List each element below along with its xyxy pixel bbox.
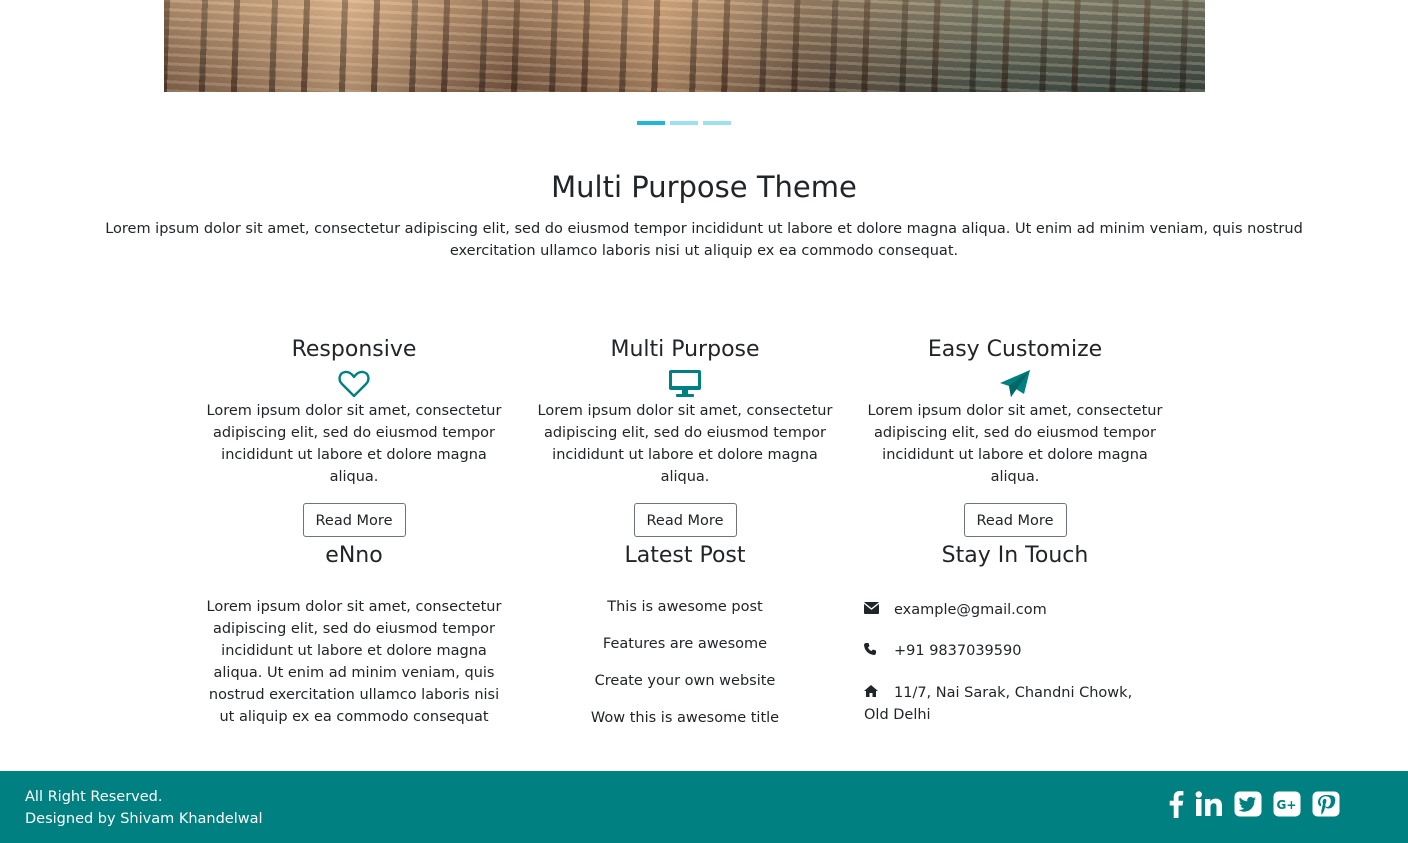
about-title: eNno: [325, 543, 383, 568]
twitter-icon[interactable]: [1234, 789, 1262, 819]
feature-multi-purpose: Multi Purpose Lorem ipsum dolor sit amet…: [535, 336, 835, 537]
list-item[interactable]: Features are awesome: [535, 633, 835, 655]
google-plus-icon[interactable]: G+: [1273, 789, 1301, 819]
carousel-indicator-3[interactable]: [703, 121, 731, 125]
phone-text: +91 9837039590: [894, 643, 1022, 659]
intro-description: Lorem ipsum dolor sit amet, consectetur …: [105, 221, 1303, 259]
list-item[interactable]: Wow this is awesome title: [535, 707, 835, 729]
list-item[interactable]: This is awesome post: [535, 596, 835, 618]
contact-email: example@gmail.com: [863, 599, 1154, 621]
pinterest-icon[interactable]: [1312, 789, 1340, 819]
feature-text: Lorem ipsum dolor sit amet, consectetur …: [537, 403, 833, 485]
home-icon: [864, 682, 894, 704]
phone-icon: [864, 640, 894, 662]
feature-title: Responsive: [291, 337, 417, 362]
footer-designer: Designed by Shivam Khandelwal: [25, 811, 263, 827]
email-text[interactable]: example@gmail.com: [894, 602, 1047, 618]
read-more-button[interactable]: Read More: [633, 503, 737, 537]
carousel-indicators: [637, 121, 731, 125]
latest-post-section: Latest Post This is awesome post Feature…: [535, 542, 835, 744]
carousel-indicator-2[interactable]: [670, 121, 698, 125]
latest-post-title: Latest Post: [624, 543, 746, 568]
paper-plane-icon: [865, 368, 1165, 400]
carousel-image: [164, 0, 1205, 92]
carousel-indicator-1[interactable]: [637, 121, 665, 125]
read-more-button[interactable]: Read More: [963, 503, 1067, 537]
list-item[interactable]: Create your own website: [535, 670, 835, 692]
envelope-icon: [863, 599, 894, 621]
footer: All Right Reserved. Designed by Shivam K…: [0, 771, 1408, 843]
heart-outline-icon: [204, 368, 504, 400]
stay-in-touch-section: Stay In Touch example@gmail.com +91 9837…: [863, 542, 1164, 723]
contact-address: 11/7, Nai Sarak, Chandni Chowk, Old Delh…: [864, 682, 1154, 726]
about-section: eNno Lorem ipsum dolor sit amet, consect…: [204, 542, 504, 728]
feature-text: Lorem ipsum dolor sit amet, consectetur …: [206, 403, 502, 485]
read-more-button[interactable]: Read More: [302, 503, 406, 537]
post-list: This is awesome post Features are awesom…: [535, 596, 835, 729]
facebook-icon[interactable]: [1168, 789, 1184, 819]
address-text: 11/7, Nai Sarak, Chandni Chowk, Old Delh…: [864, 685, 1133, 723]
contact-phone: +91 9837039590: [864, 640, 1154, 662]
desktop-monitor-icon: [535, 368, 835, 400]
feature-easy-customize: Easy Customize Lorem ipsum dolor sit ame…: [865, 336, 1165, 537]
footer-rights: All Right Reserved.: [25, 789, 163, 805]
linkedin-icon[interactable]: [1195, 789, 1223, 819]
feature-responsive: Responsive Lorem ipsum dolor sit amet, c…: [204, 336, 504, 537]
feature-text: Lorem ipsum dolor sit amet, consectetur …: [867, 403, 1163, 485]
feature-title: Easy Customize: [927, 337, 1103, 362]
svg-text:G+: G+: [1277, 798, 1297, 812]
social-links: G+: [1168, 789, 1340, 819]
footer-copyright: All Right Reserved. Designed by Shivam K…: [25, 786, 263, 830]
feature-title: Multi Purpose: [610, 337, 760, 362]
page-title: Multi Purpose Theme: [551, 170, 857, 204]
about-text: Lorem ipsum dolor sit amet, consectetur …: [206, 599, 502, 725]
stay-in-touch-title: Stay In Touch: [941, 543, 1089, 568]
